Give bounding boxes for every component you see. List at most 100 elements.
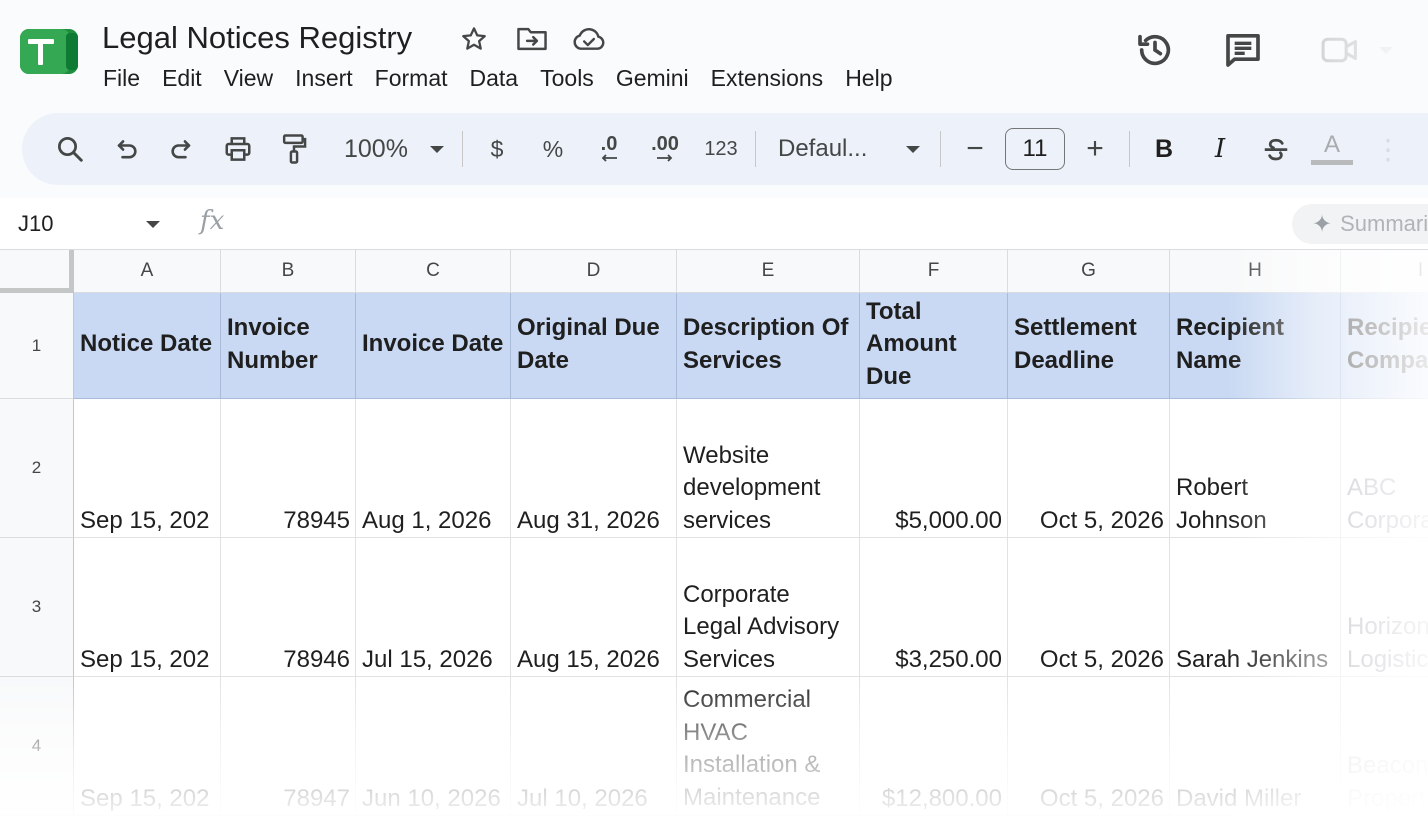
table-cell[interactable]: Oct 5, 2026 [1008, 677, 1170, 816]
menu-gemini[interactable]: Gemini [605, 62, 700, 94]
table-cell[interactable]: Jul 15, 2026 [356, 538, 511, 677]
header-cell-recipient-company[interactable]: Recipient Company [1341, 293, 1428, 399]
header-cell-invoice-number[interactable]: Invoice Number [221, 293, 356, 399]
table-cell[interactable]: $12,800.00 [860, 677, 1008, 816]
menu-data[interactable]: Data [459, 62, 530, 94]
increase-font-size-button[interactable]: + [1071, 125, 1119, 173]
more-options-icon[interactable]: ⋮ [1364, 125, 1412, 173]
table-cell[interactable]: Sarah Jenkins [1170, 538, 1341, 677]
bold-button[interactable]: B [1140, 125, 1188, 173]
column-header-a[interactable]: A [74, 250, 221, 293]
redo-icon[interactable] [158, 125, 206, 173]
zoom-select[interactable]: 100% [332, 125, 452, 173]
table-cell[interactable]: Sep 15, 202 [74, 399, 221, 538]
italic-button[interactable]: I [1196, 125, 1244, 173]
row-header-2[interactable]: 2 [0, 399, 74, 538]
column-header-c[interactable]: C [356, 250, 511, 293]
video-call-icon[interactable] [1318, 28, 1362, 72]
table-cell[interactable]: Oct 5, 2026 [1008, 399, 1170, 538]
column-header-b[interactable]: B [221, 250, 356, 293]
video-call-dropdown-icon[interactable] [1364, 28, 1408, 72]
fx-icon: fx [200, 206, 225, 236]
arrow-right-icon [657, 154, 673, 162]
chevron-down-icon [430, 145, 444, 153]
main-toolbar: 100% $ % .0 .00 123 Defaul... − 11 + B I… [22, 113, 1428, 185]
table-cell[interactable]: Jul 10, 2026 [511, 677, 677, 816]
table-cell[interactable]: Horizon Logistics [1341, 538, 1428, 677]
paint-format-icon[interactable] [270, 125, 318, 173]
version-history-icon[interactable] [1133, 28, 1177, 72]
column-header-g[interactable]: G [1008, 250, 1170, 293]
column-header-d[interactable]: D [511, 250, 677, 293]
cloud-saved-icon[interactable] [572, 22, 606, 56]
column-header-e[interactable]: E [677, 250, 860, 293]
print-icon[interactable] [214, 125, 262, 173]
table-cell[interactable]: Oct 5, 2026 [1008, 538, 1170, 677]
table-cell[interactable]: Aug 31, 2026 [511, 399, 677, 538]
header-cell-recipient-name[interactable]: Recipient Name [1170, 293, 1341, 399]
column-header-i[interactable]: I [1341, 250, 1428, 293]
menu-format[interactable]: Format [364, 62, 459, 94]
summarize-label: Summarize [1340, 211, 1428, 236]
row-header-4[interactable]: 4 [0, 677, 74, 816]
more-formats-button[interactable]: 123 [697, 125, 745, 173]
decrease-font-size-button[interactable]: − [951, 125, 999, 173]
table-cell[interactable]: Sep 15, 202 [74, 677, 221, 816]
header-cell-settlement-deadline[interactable]: Settlement Deadline [1008, 293, 1170, 399]
header-cell-description[interactable]: Description Of Services [677, 293, 860, 399]
increase-decimal-button[interactable]: .00 [641, 125, 689, 173]
table-cell[interactable]: 78946 [221, 538, 356, 677]
menu-view[interactable]: View [213, 62, 284, 94]
table-cell[interactable]: ABC Corporation [1341, 399, 1428, 538]
menu-tools[interactable]: Tools [529, 62, 605, 94]
sheets-logo-icon[interactable] [20, 29, 78, 74]
column-header-h[interactable]: H [1170, 250, 1341, 293]
table-cell[interactable]: 78947 [221, 677, 356, 816]
header-cell-original-due-date[interactable]: Original Due Date [511, 293, 677, 399]
table-cell[interactable]: Robert Johnson [1170, 399, 1341, 538]
table-cell[interactable]: Beacon Properties [1341, 677, 1428, 816]
undo-icon[interactable] [102, 125, 150, 173]
format-percent-button[interactable]: % [529, 125, 577, 173]
table-cell[interactable]: Aug 15, 2026 [511, 538, 677, 677]
menu-file[interactable]: File [92, 62, 151, 94]
font-family-select[interactable]: Defaul... [766, 125, 930, 173]
header-cell-notice-date[interactable]: Notice Date [74, 293, 221, 399]
name-box-value: J10 [18, 211, 54, 236]
table-cell[interactable]: Commercial HVAC Installation & Maintenan… [677, 677, 860, 816]
format-currency-button[interactable]: $ [473, 125, 521, 173]
search-menus-icon[interactable] [46, 125, 94, 173]
table-cell[interactable]: Jun 10, 2026 [356, 677, 511, 816]
text-color-button[interactable]: A [1308, 125, 1356, 173]
menu-extensions[interactable]: Extensions [700, 62, 835, 94]
row-header-1[interactable]: 1 [0, 293, 74, 399]
select-all-corner[interactable] [0, 250, 74, 293]
table-cell[interactable]: $5,000.00 [860, 399, 1008, 538]
name-box[interactable]: J10 [0, 198, 176, 250]
row-header-3[interactable]: 3 [0, 538, 74, 677]
table-cell[interactable]: Sep 15, 202 [74, 538, 221, 677]
decrease-decimal-button[interactable]: .0 [585, 125, 633, 173]
chevron-down-icon [906, 145, 920, 153]
zoom-value: 100% [344, 134, 408, 163]
menu-help[interactable]: Help [834, 62, 903, 94]
strikethrough-icon[interactable] [1252, 125, 1300, 173]
table-cell[interactable]: 78945 [221, 399, 356, 538]
table-cell[interactable]: $3,250.00 [860, 538, 1008, 677]
column-header-f[interactable]: F [860, 250, 1008, 293]
menu-edit[interactable]: Edit [151, 62, 213, 94]
document-title[interactable]: Legal Notices Registry [102, 20, 412, 56]
move-to-folder-icon[interactable] [515, 22, 549, 56]
font-size-input[interactable]: 11 [1005, 128, 1065, 170]
header-cell-invoice-date[interactable]: Invoice Date [356, 293, 511, 399]
header-cell-total-amount[interactable]: Total Amount Due [860, 293, 1008, 399]
table-cell[interactable]: Corporate Legal Advisory Services [677, 538, 860, 677]
summarize-button[interactable]: ✦ Summarize [1292, 204, 1428, 244]
star-icon[interactable] [457, 22, 491, 56]
increase-decimal-label: .00 [651, 133, 679, 155]
table-cell[interactable]: Aug 1, 2026 [356, 399, 511, 538]
table-cell[interactable]: Website development services [677, 399, 860, 538]
table-cell[interactable]: David Miller [1170, 677, 1341, 816]
comments-icon[interactable] [1221, 28, 1265, 72]
menu-insert[interactable]: Insert [284, 62, 364, 94]
